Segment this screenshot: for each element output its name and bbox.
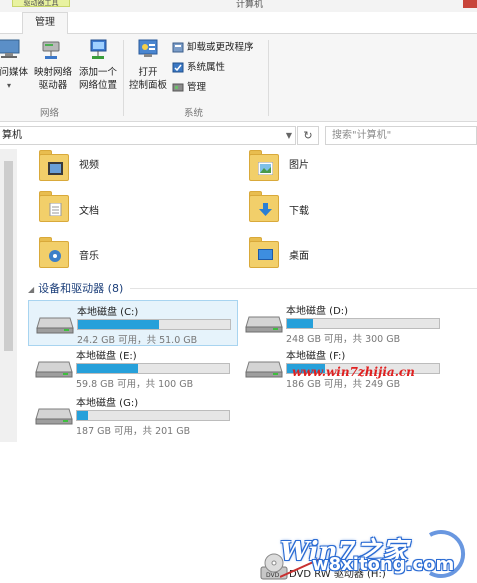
section-divider bbox=[130, 288, 477, 289]
manage-icon bbox=[172, 83, 184, 92]
ribbon-tab-row: 管理 bbox=[0, 12, 477, 35]
window-title: 计算机 bbox=[236, 0, 264, 10]
folder-label: 视频 bbox=[79, 160, 99, 171]
map-network-drive-button[interactable]: 映射网络 驱动器 bbox=[30, 38, 76, 92]
drive-usage-fill bbox=[77, 411, 88, 420]
refresh-icon: ↻ bbox=[303, 129, 313, 142]
hard-drive-icon bbox=[35, 361, 73, 378]
drive-tile[interactable]: 本地磁盘 (C:) 24.2 GB 可用，共 51.0 GB bbox=[28, 300, 238, 346]
folder-item-music[interactable] bbox=[38, 235, 72, 269]
svg-text:DVD: DVD bbox=[266, 572, 280, 579]
content-pane: 视频 图片 文档 下载 音乐 桌面 ◢ 设备和驱动器 (8) 本地磁盘 (C:) 2… bbox=[0, 148, 477, 580]
drive-name: 本地磁盘 (D:) bbox=[286, 306, 349, 317]
collapse-arrow-icon: ◢ bbox=[28, 285, 35, 294]
ribbon: 访问媒体 ▾ 映射网络 驱动器 添加一个 网络位置 网络 bbox=[0, 34, 477, 122]
devices-and-drives-header[interactable]: ◢ 设备和驱动器 (8) bbox=[28, 280, 123, 296]
drive-name: 本地磁盘 (G:) bbox=[76, 398, 139, 409]
folder-label: 文档 bbox=[79, 206, 99, 217]
group-label-system: 系统 bbox=[184, 108, 204, 119]
folder-item-pictures[interactable] bbox=[248, 148, 282, 182]
uninstall-or-change-program-button[interactable]: 卸载或更改程序 bbox=[172, 40, 254, 56]
drive-usage-bar bbox=[77, 319, 231, 330]
videos-folder-icon bbox=[48, 162, 63, 175]
folder-label: 下载 bbox=[289, 206, 309, 217]
map-network-drive-icon bbox=[42, 41, 60, 59]
drive-space-info: 187 GB 可用，共 201 GB bbox=[76, 426, 191, 437]
drive-tile[interactable]: 本地磁盘 (G:) 187 GB 可用，共 201 GB bbox=[28, 392, 238, 438]
dropdown-arrow: ▾ bbox=[6, 81, 11, 90]
group-separator bbox=[123, 40, 124, 116]
hard-drive-icon bbox=[245, 316, 283, 333]
drive-usage-fill bbox=[287, 319, 313, 328]
watermark-url: www.win7zhijia.cn bbox=[292, 365, 415, 379]
desktop-folder-icon bbox=[258, 249, 273, 260]
uninstall-icon bbox=[172, 42, 184, 53]
hard-drive-icon bbox=[245, 361, 283, 378]
folder-item-downloads[interactable] bbox=[248, 189, 282, 223]
drive-space-info: 59.8 GB 可用，共 100 GB bbox=[76, 379, 194, 390]
media-icon bbox=[0, 39, 20, 58]
hard-drive-icon bbox=[36, 317, 74, 334]
drive-name: 本地磁盘 (C:) bbox=[77, 307, 139, 318]
drive-usage-fill bbox=[78, 320, 159, 329]
group-label-network: 网络 bbox=[40, 108, 60, 119]
title-bar: 驱动器工具 计算机 bbox=[0, 0, 477, 12]
music-folder-icon bbox=[49, 250, 61, 262]
pictures-folder-icon bbox=[258, 162, 273, 175]
add-network-location-button[interactable]: 添加一个 网络位置 bbox=[75, 38, 121, 92]
context-tab-drive-tools[interactable]: 驱动器工具 bbox=[12, 0, 70, 7]
downloads-folder-icon bbox=[259, 203, 272, 216]
drive-tile[interactable]: 本地磁盘 (E:) 59.8 GB 可用，共 100 GB bbox=[28, 345, 238, 391]
drive-tile[interactable]: 本地磁盘 (D:) 248 GB 可用，共 300 GB bbox=[238, 300, 448, 346]
chevron-down-icon[interactable]: ▼ bbox=[286, 127, 292, 144]
drive-usage-bar bbox=[76, 410, 230, 421]
control-panel-icon bbox=[138, 39, 158, 57]
open-control-panel-button[interactable]: 打开 控制面板 bbox=[126, 38, 170, 92]
drive-name: 本地磁盘 (E:) bbox=[76, 351, 137, 362]
add-network-location-icon bbox=[90, 39, 107, 59]
folder-label: 桌面 bbox=[289, 251, 309, 262]
system-properties-button[interactable]: 系统属性 bbox=[172, 60, 225, 76]
documents-folder-icon bbox=[49, 203, 62, 216]
scrollbar-thumb[interactable] bbox=[4, 161, 13, 351]
search-input[interactable]: 搜索"计算机" bbox=[325, 126, 477, 145]
drive-name: 本地磁盘 (F:) bbox=[286, 351, 346, 362]
tab-manage[interactable]: 管理 bbox=[22, 12, 68, 35]
drive-usage-bar bbox=[286, 318, 440, 329]
manage-button[interactable]: 管理 bbox=[172, 80, 206, 96]
address-bar-row: 算机 ▼ ↻ 搜索"计算机" bbox=[0, 124, 477, 148]
address-path: 算机 bbox=[2, 130, 22, 141]
drive-usage-bar bbox=[76, 363, 230, 374]
folder-item-documents[interactable] bbox=[38, 189, 72, 223]
watermark-site: w8xitong.com bbox=[312, 554, 455, 575]
access-media-button[interactable]: 访问媒体 ▾ bbox=[0, 38, 28, 92]
folder-label: 音乐 bbox=[79, 251, 99, 262]
drive-usage-fill bbox=[77, 364, 138, 373]
system-properties-icon bbox=[172, 62, 184, 73]
folder-item-desktop[interactable] bbox=[248, 235, 282, 269]
vertical-scrollbar[interactable] bbox=[0, 149, 17, 442]
drive-space-info: 24.2 GB 可用，共 51.0 GB bbox=[77, 335, 198, 346]
refresh-button[interactable]: ↻ bbox=[297, 126, 319, 145]
close-button[interactable] bbox=[463, 0, 477, 8]
hard-drive-icon bbox=[35, 408, 73, 425]
drive-space-info: 248 GB 可用，共 300 GB bbox=[286, 334, 401, 345]
group-separator bbox=[268, 40, 269, 116]
folder-item-videos[interactable] bbox=[38, 148, 72, 182]
address-bar[interactable]: 算机 ▼ bbox=[0, 126, 296, 145]
folder-label: 图片 bbox=[289, 160, 309, 171]
